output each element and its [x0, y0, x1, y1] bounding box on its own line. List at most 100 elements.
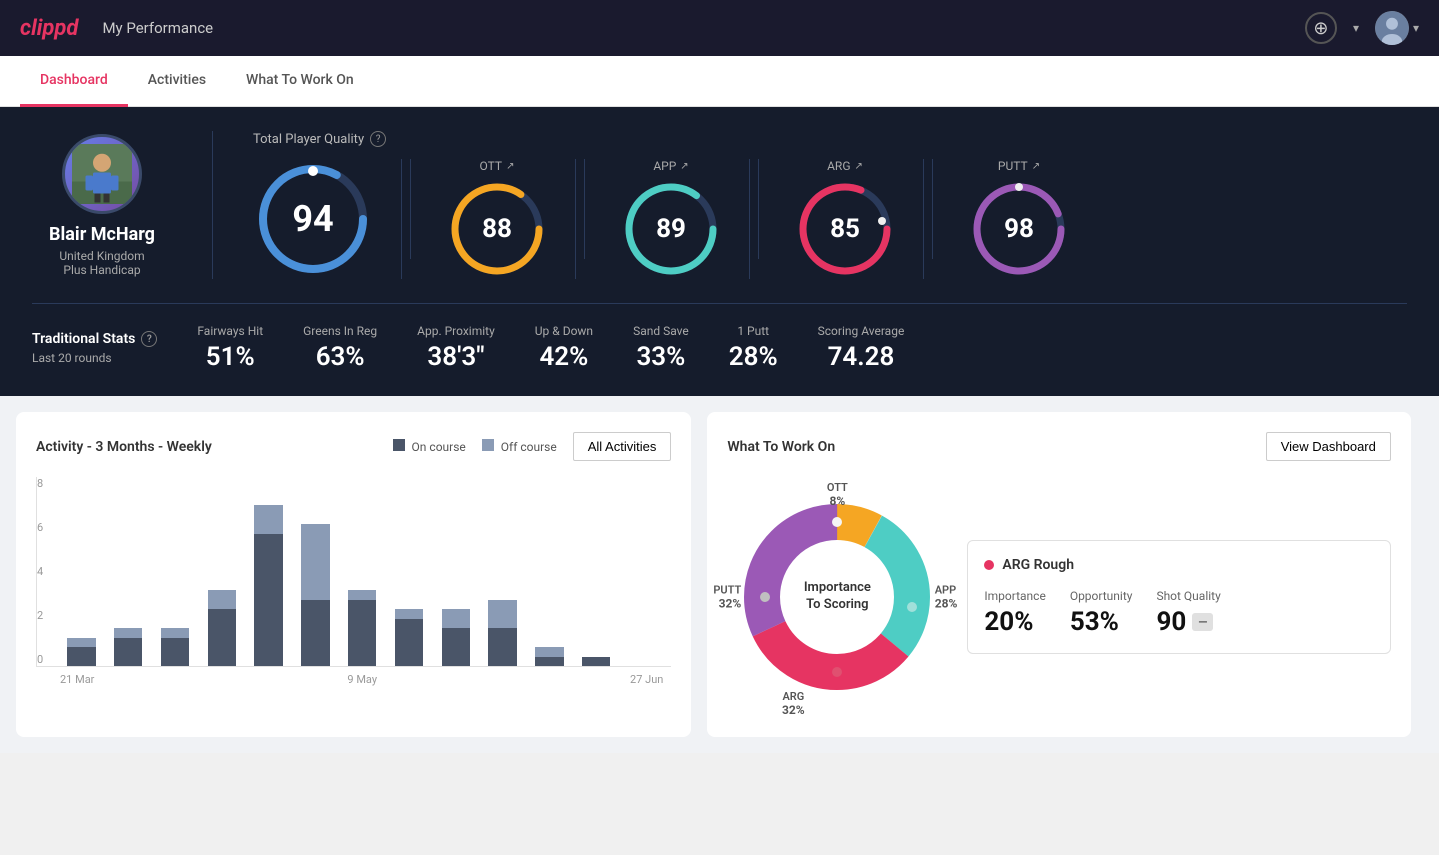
- bar-on-11: [582, 657, 611, 666]
- bar-off-0: [67, 638, 96, 647]
- x-label-3: 27 Jun: [630, 673, 663, 686]
- bar-off-2: [161, 628, 190, 637]
- total-quality-value: 94: [292, 198, 333, 240]
- gauge-app-label: APP ↗: [653, 159, 688, 173]
- help-icon[interactable]: ?: [370, 131, 386, 147]
- arg-trend-icon: ↗: [855, 161, 863, 172]
- gauges-section: Total Player Quality ? 94: [253, 131, 1407, 279]
- add-button[interactable]: ⊕: [1305, 12, 1337, 44]
- bar-on-6: [348, 600, 377, 666]
- bar-off-10: [535, 647, 564, 656]
- bar-on-8: [442, 628, 471, 666]
- bar-off-6: [348, 590, 377, 599]
- bar-off-4: [254, 505, 283, 533]
- tab-dashboard[interactable]: Dashboard: [20, 56, 128, 107]
- tab-activities[interactable]: Activities: [128, 56, 226, 107]
- gauge-putt: PUTT ↗ 98: [941, 159, 1097, 279]
- trad-stats-title: Traditional Stats: [32, 331, 135, 347]
- bar-off-7: [395, 609, 424, 618]
- avatar-chevron: ▾: [1413, 21, 1419, 35]
- x-label-2: 9 May: [347, 673, 377, 686]
- chart-bars: 0 2 4 6 8: [36, 477, 671, 667]
- trad-help-icon[interactable]: ?: [141, 331, 157, 347]
- header-right: ⊕ ▾ ▾: [1305, 11, 1419, 45]
- bar-on-4: [254, 534, 283, 666]
- bar-on-0: [67, 647, 96, 666]
- bar-on-1: [114, 638, 143, 666]
- bar-group-5: [295, 524, 336, 666]
- on-course-legend-label: On course: [412, 440, 466, 454]
- y-axis: 0 2 4 6 8: [37, 477, 43, 666]
- metric-importance: Importance 20%: [984, 589, 1045, 637]
- chart-header: Activity - 3 Months - Weekly On course O…: [36, 432, 671, 461]
- bar-on-2: [161, 638, 190, 666]
- donut-center-label: ImportanceTo Scoring: [804, 580, 871, 614]
- on-course-legend-dot: [393, 439, 405, 451]
- bar-group-3: [201, 590, 242, 666]
- logo: clippd: [20, 16, 78, 41]
- bar-off-3: [208, 590, 237, 609]
- bar-on-3: [208, 609, 237, 666]
- bar-off-8: [442, 609, 471, 628]
- ott-trend-icon: ↗: [506, 161, 514, 172]
- ott-value: 88: [482, 214, 512, 244]
- divider2: [410, 159, 411, 259]
- tab-what-to-work-on[interactable]: What To Work On: [226, 56, 374, 107]
- arg-value: 85: [830, 214, 860, 244]
- player-country: United Kingdom: [59, 249, 144, 263]
- metric-opportunity: Opportunity 53%: [1070, 589, 1133, 637]
- trad-stats-label: Traditional Stats ? Last 20 rounds: [32, 331, 157, 365]
- player-name: Blair McHarg: [49, 224, 155, 245]
- logo-text: clippd: [20, 16, 78, 41]
- header-left: clippd My Performance: [20, 16, 213, 41]
- bar-on-9: [488, 628, 517, 666]
- chart-inner: 0 2 4 6 8 21 Mar 9 May 27 Jun: [36, 477, 671, 686]
- putt-value: 98: [1004, 214, 1034, 244]
- all-activities-button[interactable]: All Activities: [573, 432, 672, 461]
- putt-trend-icon: ↗: [1032, 161, 1040, 172]
- avatar-button[interactable]: ▾: [1375, 11, 1419, 45]
- segment-label-arg: ARG32%: [782, 690, 805, 717]
- gauge-total: 94: [253, 159, 402, 279]
- bottom-section: Activity - 3 Months - Weekly On course O…: [0, 396, 1439, 753]
- nav-tabs: Dashboard Activities What To Work On: [0, 56, 1439, 107]
- bar-group-1: [108, 628, 149, 666]
- info-card: ARG Rough Importance 20% Opportunity 53%…: [967, 540, 1391, 654]
- plus-icon: ⊕: [1313, 18, 1328, 39]
- off-course-legend-label: Off course: [501, 440, 557, 454]
- stat-sandsave: Sand Save 33%: [633, 324, 689, 372]
- bar-group-8: [435, 609, 476, 666]
- shot-quality-badge: —: [1192, 613, 1213, 631]
- avatar: [1375, 11, 1409, 45]
- gauge-app: APP ↗ 89: [593, 159, 750, 279]
- stats-panel: Blair McHarg United Kingdom Plus Handica…: [0, 107, 1439, 396]
- divider: [212, 131, 213, 279]
- divider3: [584, 159, 585, 259]
- activity-chart-card: Activity - 3 Months - Weekly On course O…: [16, 412, 691, 737]
- gauge-putt-label: PUTT ↗: [998, 159, 1040, 173]
- x-labels: 21 Mar 9 May 27 Jun: [36, 667, 671, 686]
- segment-label-app: APP28%: [935, 584, 958, 611]
- player-avatar: [62, 134, 142, 214]
- what-to-work-on-card: What To Work On View Dashboard: [707, 412, 1411, 737]
- wtwo-content: ImportanceTo Scoring OTT8% APP28% ARG32%…: [727, 477, 1391, 717]
- bar-group-6: [342, 590, 383, 666]
- app-value: 89: [656, 214, 686, 244]
- chart-controls: On course Off course All Activities: [393, 432, 672, 461]
- donut-container: ImportanceTo Scoring OTT8% APP28% ARG32%…: [727, 477, 947, 717]
- stat-oneputt: 1 Putt 28%: [729, 324, 778, 372]
- stats-top: Blair McHarg United Kingdom Plus Handica…: [32, 131, 1407, 279]
- app-trend-icon: ↗: [680, 161, 688, 172]
- traditional-stats: Traditional Stats ? Last 20 rounds Fairw…: [32, 303, 1407, 372]
- chart-area: 0 2 4 6 8 21 Mar 9 May 27 Jun: [36, 477, 671, 697]
- stat-fairways: Fairways Hit 51%: [197, 324, 263, 372]
- bar-on-10: [535, 657, 564, 666]
- segment-label-putt: PUTT32%: [713, 584, 741, 611]
- info-card-dot: [984, 560, 994, 570]
- view-dashboard-button[interactable]: View Dashboard: [1266, 432, 1391, 461]
- total-quality-label: Total Player Quality ?: [253, 131, 1407, 147]
- player-info: Blair McHarg United Kingdom Plus Handica…: [32, 134, 172, 277]
- stat-updown: Up & Down 42%: [535, 324, 593, 372]
- gauge-ott-label: OTT ↗: [480, 159, 515, 173]
- wtwo-header: What To Work On View Dashboard: [727, 432, 1391, 461]
